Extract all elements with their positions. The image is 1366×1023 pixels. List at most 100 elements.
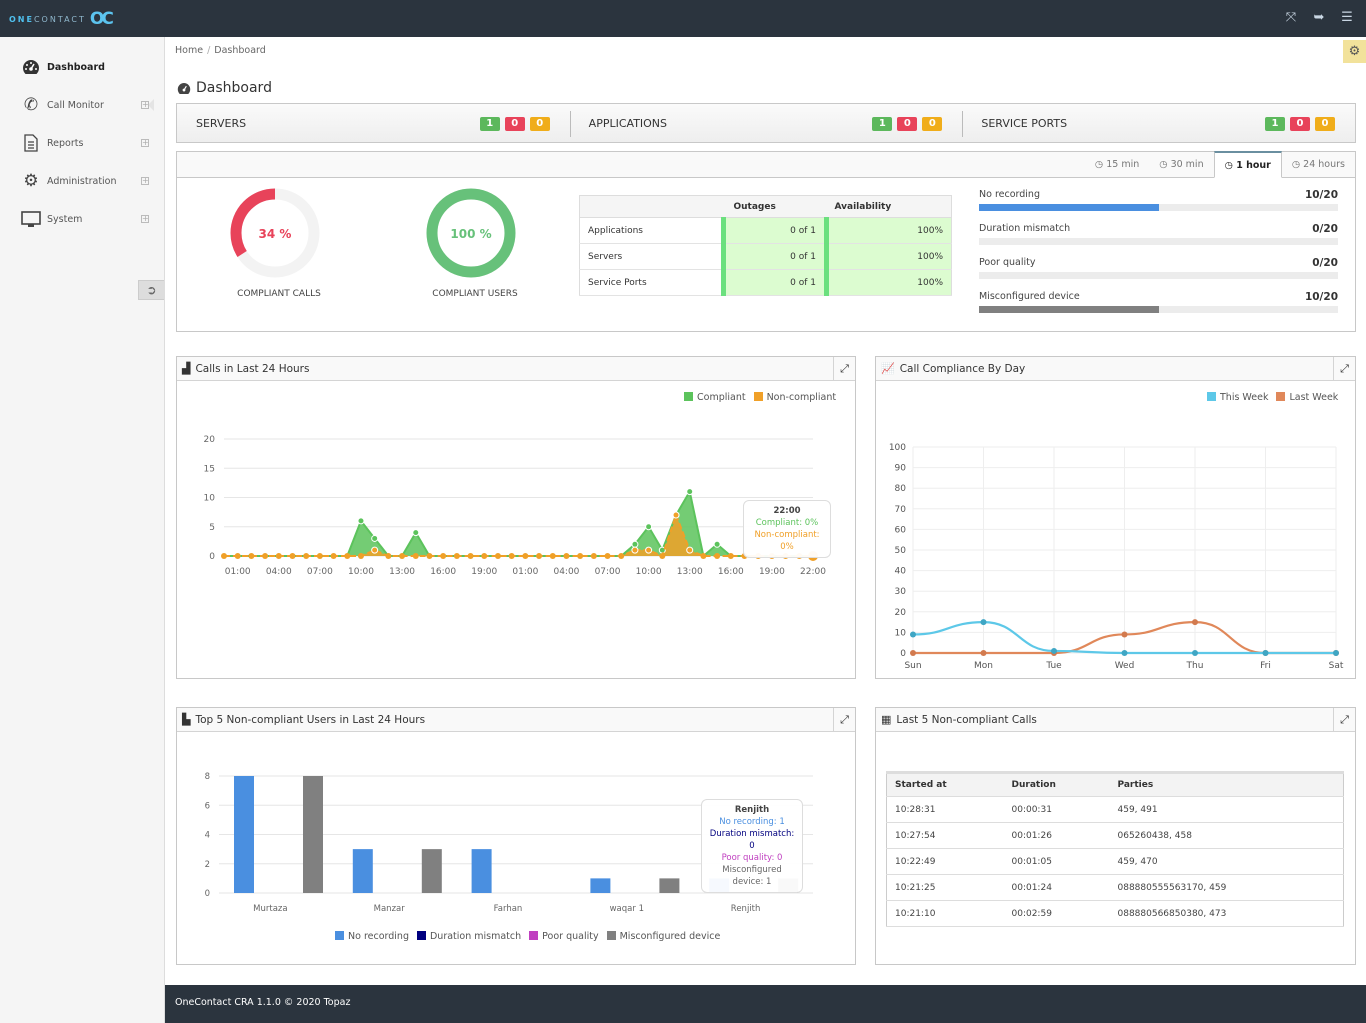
legend-item[interactable]: Misconfigured device [606, 931, 720, 942]
expand-button[interactable]: ⤢ [1333, 357, 1355, 380]
legend-swatch [606, 931, 616, 940]
calls-24h-panel: ▟ Calls in Last 24 Hours ⤢ Compliant Non-c… [176, 356, 856, 679]
y-tick-label: 6 [205, 801, 210, 811]
status-service-ports[interactable]: SERVICE PORTS 100 [962, 104, 1355, 142]
table-row[interactable]: 10:22:49 00:01:05 459, 470 [886, 848, 1344, 875]
gauge-label: COMPLIANT USERS [432, 289, 518, 299]
panel-title: Top 5 Non-compliant Users in Last 24 Hou… [195, 713, 426, 726]
expand-button[interactable]: ⤢ [1333, 708, 1355, 731]
table-row[interactable]: 10:28:31 00:00:31 459, 491 [886, 796, 1344, 823]
menu-icon[interactable]: ☰ [1340, 10, 1354, 26]
data-point [590, 553, 597, 559]
data-point [248, 553, 255, 559]
table-row: Applications 0 of 1 100% [579, 217, 952, 244]
collapse-sidebar-button[interactable]: ➲ [138, 280, 164, 300]
y-tick-label: 100 [889, 443, 906, 453]
panel-title: Calls in Last 24 Hours [195, 362, 310, 375]
status-servers[interactable]: SERVERS 100 [177, 104, 570, 142]
data-point [481, 553, 488, 559]
area-compliant [224, 491, 813, 556]
tooltip-line: Duration mismatch: 0 [709, 829, 795, 851]
app-logo[interactable]: ONE CONTACT OC [9, 9, 114, 29]
x-tick-label: Tue [1045, 661, 1062, 671]
y-tick-label: 20 [895, 608, 907, 618]
time-range-tabs: ◷ 15 min ◷ 30 min ◷ 1 hour ◷ 24 hours [1085, 151, 1355, 178]
page-title-text: Dashboard [196, 80, 272, 96]
data-point [234, 553, 241, 559]
ok-badge: 1 [479, 117, 500, 131]
tab-15-min[interactable]: ◷ 15 min [1085, 152, 1149, 178]
y-tick-label: 4 [205, 831, 210, 841]
status-strip: SERVERS 100 APPLICATIONS 100 SERVICE POR… [176, 103, 1356, 143]
sidebar-item-label: Dashboard [47, 61, 105, 73]
sidebar-item-call-monitor[interactable]: ✆ Call Monitor + [20, 92, 155, 118]
x-tick-label: 19:00 [471, 567, 497, 577]
sidebar-item-administration[interactable]: ⚙ Administration + [20, 168, 155, 194]
sidebar-item-system[interactable]: System + [20, 206, 155, 232]
parties-cell: 088880555563170, 459 [1109, 874, 1344, 901]
table-row[interactable]: 10:21:10 00:02:59 088880566850380, 473 [886, 900, 1344, 927]
table-row[interactable]: 10:27:54 00:01:26 065260438, 458 [886, 822, 1344, 849]
gauge-value: 34 % [259, 227, 292, 241]
data-point [549, 553, 556, 559]
legend-item[interactable]: No recording [335, 931, 409, 942]
data-point [631, 540, 639, 548]
legend-item[interactable]: Duration mismatch [416, 931, 521, 942]
y-tick-label: 60 [895, 525, 907, 535]
tab-label: 24 hours [1303, 159, 1345, 170]
expand-icon[interactable]: + [141, 139, 149, 147]
top5-users-panel: ▙ Top 5 Non-compliant Users in Last 24 Ho… [176, 707, 856, 965]
gear-icon: ⚙ [1348, 44, 1361, 59]
expand-icon: ⤢ [840, 361, 849, 375]
logout-icon[interactable]: ➥ [1312, 10, 1326, 26]
status-applications[interactable]: APPLICATIONS 100 [569, 104, 963, 142]
data-point [330, 553, 337, 559]
sidebar-item-dashboard[interactable]: Dashboard [20, 54, 155, 80]
legend-swatch [335, 931, 344, 940]
tooltip-line: No recording: 1 [719, 817, 785, 827]
parties-cell: 459, 491 [1109, 796, 1344, 823]
tab-30-min[interactable]: ◷ 30 min [1149, 152, 1213, 178]
breadcrumb-home[interactable]: Home [175, 45, 203, 56]
page-title: Dashboard [177, 80, 272, 96]
monitor-icon [20, 208, 42, 230]
tooltip-title: 22:00 [773, 506, 801, 516]
sidebar-item-reports[interactable]: Reports + [20, 130, 155, 156]
data-point [508, 553, 515, 559]
data-point [357, 553, 364, 559]
column-header[interactable]: Parties [1109, 771, 1344, 797]
tab-1-hour[interactable]: ◷ 1 hour [1213, 151, 1282, 178]
data-point [686, 488, 694, 496]
tab-24-hours[interactable]: ◷ 24 hours [1282, 152, 1355, 178]
sidebar-item-label: Reports [47, 137, 84, 149]
duration-cell: 00:01:26 [1003, 822, 1110, 849]
column-header[interactable]: Started at [886, 771, 1004, 797]
column-header[interactable]: Duration [1003, 771, 1110, 797]
y-tick-label: 40 [895, 567, 907, 577]
dashboard-icon [177, 82, 191, 94]
metric-misconfigured-device: Misconfigured device 10/20 [979, 291, 1338, 313]
data-point [412, 529, 420, 537]
parties-cell: 065260438, 458 [1109, 822, 1344, 849]
expand-button[interactable]: ⤢ [833, 708, 855, 731]
last5-calls-table: Started at Duration Parties 10:28:31 00:0… [886, 771, 1344, 927]
y-tick-label: 50 [895, 546, 907, 556]
expand-icon[interactable]: + [141, 177, 149, 185]
tooltip-line: Compliant: 0% [755, 518, 819, 528]
y-tick-label: 8 [205, 772, 210, 782]
expand-icon[interactable]: + [141, 101, 149, 109]
metric-bar [979, 306, 1159, 313]
data-point [1192, 619, 1198, 626]
tooltip-line: Non-compliant: 0% [754, 530, 820, 552]
started-at-cell: 10:21:10 [886, 900, 1004, 927]
expand-button[interactable]: ⤢ [833, 357, 855, 380]
legend-item[interactable]: Poor quality [529, 931, 599, 942]
settings-button[interactable]: ⚙ [1343, 40, 1366, 63]
data-point [645, 523, 653, 531]
legend-swatch [529, 931, 539, 940]
panel-title: Call Compliance By Day [899, 362, 1026, 375]
table-row[interactable]: 10:21:25 00:01:24 088880555563170, 459 [886, 874, 1344, 901]
expand-icon[interactable]: + [141, 215, 149, 223]
fullscreen-icon[interactable]: ⤧ [1284, 10, 1298, 26]
x-tick-label: 10:00 [348, 567, 374, 577]
